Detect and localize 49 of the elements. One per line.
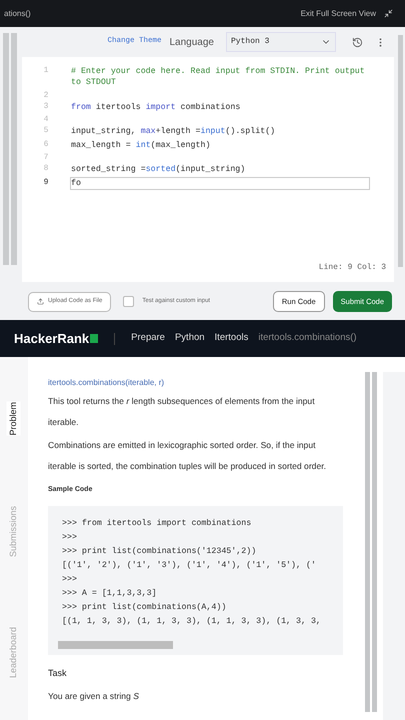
scrollbar[interactable] (365, 372, 370, 712)
line-number: 8 (42, 163, 50, 176)
line-number: 4 (42, 114, 50, 126)
code-line: input_string, max+length =input().split() (70, 126, 276, 138)
code-line: max_length = int(max_length) (70, 140, 212, 152)
language-label: Language (170, 36, 214, 50)
code-line: [(1, 1, 3, 3), (1, 1, 3, 3), (1, 1, 3, 3), (1, 3, 3, (61, 616, 322, 628)
line-number: 6 (42, 138, 50, 151)
code-editor[interactable] (22, 57, 394, 282)
line-number: 1 (42, 65, 50, 77)
code-line: >>> (61, 574, 78, 586)
code-line: >>> A = [1,1,3,3,3] (61, 588, 158, 600)
scrollbar[interactable] (11, 33, 17, 265)
breadcrumb-link[interactable]: Prepare (131, 331, 165, 346)
line-number: 5 (42, 125, 50, 138)
breadcrumb-link[interactable]: itertools.combinations() (258, 331, 357, 346)
code-line: >>> print list(combinations(A,4)) (61, 602, 228, 614)
cursor-position: Line: 9 Col: 3 (318, 262, 387, 274)
breadcrumb-link[interactable]: Itertools (214, 331, 248, 346)
scrollbar[interactable] (58, 640, 173, 648)
line-number: 7 (42, 152, 50, 164)
exit-fullscreen-button[interactable]: Exit Full Screen View (300, 8, 376, 20)
task-text: You are given a string S (48, 690, 140, 703)
language-select[interactable]: Python 3 (226, 32, 336, 52)
custom-input-checkbox[interactable] (123, 296, 134, 307)
function-signature: itertools.combinations(iterable, r) (48, 377, 166, 389)
breadcrumb-link[interactable]: Python (174, 331, 205, 346)
code-line: from itertools import combinations (70, 102, 242, 114)
line-number: 2 (42, 90, 50, 101)
code-line: # Enter your code here. Read input from STDIN. Print output to STDOUT (70, 66, 366, 90)
line-number: 3 (42, 100, 50, 113)
scrollbar[interactable] (398, 35, 403, 267)
code-line: >>> print list(combinations('12345',2)) (61, 546, 258, 558)
page-title: ations() (4, 8, 31, 20)
description-paragraph: Combinations are emitted in lexicographic sorted order. So, if the input iterable is sorted, the combination tuples will be produced in sorted order. (48, 439, 328, 473)
history-icon[interactable] (352, 36, 363, 48)
code-line: [('1', '2'), ('1', '3'), ('1', '4'), ('1', '5'), (' (61, 560, 317, 572)
code-line: sorted_string =sorted(input_string) (70, 164, 246, 176)
scrollbar[interactable] (372, 372, 377, 712)
upload-icon (37, 298, 44, 305)
description-paragraph: This tool returns the r length subsequences of elements from the input iterable. (48, 395, 316, 429)
minimize-icon[interactable] (384, 9, 393, 18)
code-line: >>> from itertools import combinations (61, 518, 252, 530)
code-line: >>> (61, 532, 78, 544)
hackerrank-logo[interactable]: HackerRank (14, 328, 98, 348)
scrollbar[interactable] (3, 33, 9, 265)
line-number: 9 (42, 176, 50, 189)
task-heading: Task (48, 666, 68, 680)
side-tab[interactable]: Problem (7, 402, 21, 436)
